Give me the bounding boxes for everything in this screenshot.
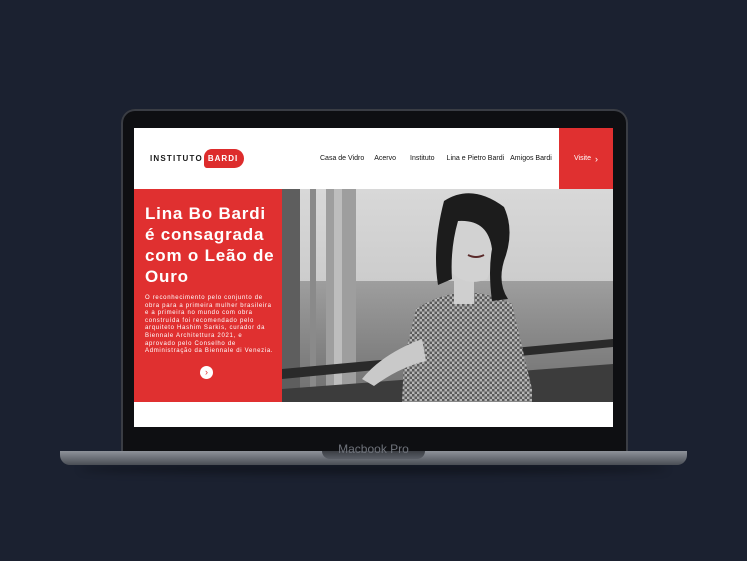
logo-text-bardi: BARDI (203, 148, 245, 168)
hero-text-panel: Lina Bo Bardi é consagrada com o Leão de… (134, 189, 282, 402)
chevron-right-icon: › (205, 367, 208, 377)
nav-item-lina-e-pietro-bardi[interactable]: Lina e Pietro Bardi (447, 155, 505, 162)
screen-bottom-strip (134, 402, 613, 427)
visit-button[interactable]: Visite › (559, 128, 613, 189)
hero-title: Lina Bo Bardi é consagrada com o Leão de… (145, 204, 275, 286)
hero-photo-illustration (282, 189, 613, 402)
main-nav: Casa de Vidro Acervo Instituto Lina e Pi… (320, 155, 552, 162)
nav-item-casa-de-vidro[interactable]: Casa de Vidro (320, 155, 364, 162)
nav-item-instituto[interactable]: Instituto (410, 155, 435, 162)
navbar: INSTITUTO BARDI Casa de Vidro Acervo Ins… (134, 128, 613, 189)
visit-button-label: Visite (574, 155, 591, 162)
nav-item-acervo[interactable]: Acervo (374, 155, 396, 162)
laptop-shadow (80, 464, 667, 474)
hero-arrow-button[interactable]: › (200, 366, 213, 379)
logo[interactable]: INSTITUTO BARDI (150, 148, 245, 168)
chevron-right-icon: › (595, 153, 598, 164)
logo-text-instituto: INSTITUTO (150, 153, 203, 163)
nav-item-amigos-bardi[interactable]: Amigos Bardi (510, 155, 552, 162)
website-screen: INSTITUTO BARDI Casa de Vidro Acervo Ins… (134, 128, 613, 427)
hero-photo (282, 189, 613, 402)
hero-body: O reconhecimento pelo conjunto de obra p… (145, 295, 274, 355)
laptop-model-label: Macbook Pro (338, 442, 409, 456)
